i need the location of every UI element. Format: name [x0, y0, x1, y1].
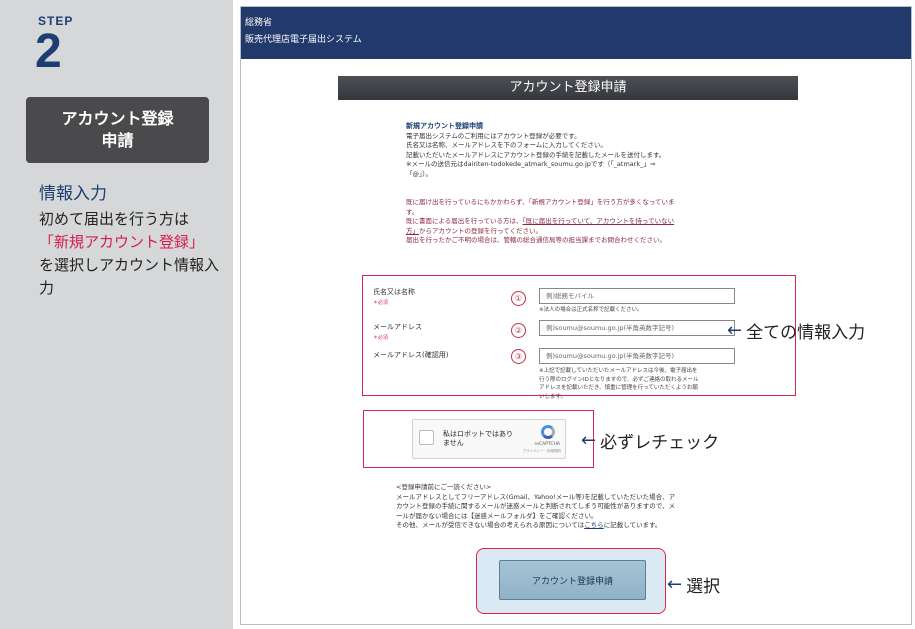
annotation-text: 必ずレチェック	[600, 433, 720, 453]
guide-text-2: を選択しアカウント情報入力	[39, 256, 220, 297]
note-line: 行う際のログインIDとなりますので、必ずご連絡の取れるメール	[539, 376, 699, 383]
note-line: アドレスを記載いただき、慎重に管理を行っていただくようお願	[539, 385, 698, 391]
guide-panel: STEP 2 アカウント登録申請 情報入力 初めて届出を行う方は 「新規アカウン…	[0, 0, 233, 629]
submit-button[interactable]: アカウント登録申請	[499, 560, 646, 600]
guide-instructions: 初めて届出を行う方は 「新規アカウント登録」 を選択しアカウント情報入力	[39, 208, 224, 300]
ministry-name: 総務省	[245, 18, 273, 28]
warning-text-span: 既に書面による届出を行っている方は、	[406, 217, 523, 225]
email-confirm-input[interactable]	[539, 348, 735, 364]
existing-account-link-cont[interactable]: 方」	[406, 227, 419, 235]
recaptcha-logo-icon	[541, 425, 555, 439]
notice-line: カウント登録の手続に関するメールが迷惑メールと判断されてしまう可能性がありますの…	[396, 502, 676, 510]
arrow-left-icon: ←	[667, 574, 683, 595]
annotation-check: ← 必ずレチェック	[581, 428, 719, 453]
intro-heading: 新規アカウント登録申請	[406, 122, 483, 130]
recaptcha-terms[interactable]: プライバシー・利用規約	[523, 449, 561, 454]
annotation-text: 全ての情報入力	[746, 323, 866, 343]
intro-text: 新規アカウント登録申請 電子届出システムのご利用にはアカウント登録が必要です。 …	[406, 122, 786, 179]
system-name: 販売代理店電子届出システム	[245, 35, 362, 45]
notice-title: <登録申請前にご一読ください>	[396, 483, 492, 491]
warning-line: 届出を行ったかご不明の場合は、管轄の総合通信局等の担当課までお問合わせください。	[406, 236, 666, 244]
step-2-marker: ②	[511, 323, 526, 338]
intro-line: 記載いただいたメールアドレスにアカウント登録の手続を記載したメールを送付します。	[406, 150, 666, 159]
name-input[interactable]	[539, 288, 735, 304]
notice-span: に記載しています。	[603, 521, 662, 529]
step-1-marker: ①	[511, 291, 526, 306]
warning-line: 既に届け出を行っているにもかかわらず、「新規アカウント登録」を行う方が多くなって…	[406, 198, 675, 206]
captcha-label: 私はロボットではありません	[443, 430, 513, 447]
arrow-left-icon: ←	[727, 320, 743, 341]
page-title: アカウント登録申請	[338, 76, 798, 100]
intro-line: 「@」）。	[406, 169, 432, 178]
notice-line: その他、メールが受信できない場合の考えられる原因についてはこちらに記載しています…	[396, 521, 751, 531]
note-line: ※上記で記載していただいたメールアドレスは今後、電子届出を	[539, 368, 698, 374]
email-label: メールアドレス	[373, 323, 422, 331]
step-number: 2	[35, 25, 62, 78]
notice-line: ールが届かない場合には【迷惑メールフォルダ】をご確認ください。	[396, 511, 598, 520]
arrow-left-icon: ←	[581, 430, 597, 451]
email-confirm-label: メールアドレス(確認用)	[373, 351, 449, 359]
warning-text-span: からアカウントの登録を行ってください。	[419, 226, 542, 235]
email-input[interactable]	[539, 320, 735, 336]
notice-text: <登録申請前にご一読ください> メールアドレスとしてフリーアドレス(Gmail、…	[396, 483, 751, 531]
recaptcha-brand: reCAPTCHA	[534, 442, 560, 447]
required-mark: ＊必須	[373, 335, 389, 341]
existing-account-link[interactable]: 「既に届出を行っていて、アカウントを持っていない	[522, 217, 674, 225]
intro-line: 電子届出システムのご利用にはアカウント登録が必要です。	[406, 131, 581, 140]
warning-line: す。	[406, 207, 419, 216]
notice-span: その他、メールが受信できない場合の考えられる原因については	[396, 521, 585, 529]
step-title-box: アカウント登録申請	[26, 97, 209, 163]
guide-text-highlight: 「新規アカウント登録」	[39, 233, 205, 251]
section-title: 情報入力	[39, 184, 107, 204]
notice-line: メールアドレスとしてフリーアドレス(Gmail、Yahoo!メール等)を記載して…	[396, 492, 676, 501]
name-note: ※法人の場合は正式名称で記載ください。	[539, 307, 643, 313]
email-confirm-note: ※上記で記載していただいたメールアドレスは今後、電子届出を 行う際のログインID…	[539, 367, 698, 401]
warning-line: 既に書面による届出を行っている方は、「既に届出を行っていて、アカウントを持ってい…	[406, 217, 786, 227]
app-window: 総務省 販売代理店電子届出システム アカウント登録申請 新規アカウント登録申請 …	[240, 6, 912, 625]
here-link[interactable]: こちら	[584, 521, 604, 529]
intro-line: ※メールの送信元はdairiten-todokede_atmark_soumu.…	[406, 160, 656, 168]
annotation-all-info: ← 全ての情報入力	[727, 318, 865, 343]
robot-checkbox[interactable]	[419, 430, 434, 445]
step-title: アカウント登録申請	[61, 109, 174, 150]
annotation-select: ← 選択	[667, 572, 720, 597]
intro-line: 氏名又は名称、メールアドレスを下のフォームに入力してください。	[406, 141, 607, 149]
annotation-text: 選択	[686, 577, 721, 597]
step-3-marker: ③	[511, 349, 526, 364]
required-mark: ＊必須	[373, 300, 389, 306]
recaptcha-widget: 私はロボットではありません reCAPTCHA プライバシー・利用規約	[412, 419, 566, 459]
guide-text-1: 初めて届出を行う方は	[39, 210, 190, 228]
note-line: いします。	[539, 393, 566, 400]
warning-text: 既に届け出を行っているにもかかわらず、「新規アカウント登録」を行う方が多くなって…	[406, 198, 786, 246]
name-label: 氏名又は名称	[373, 288, 415, 296]
warning-line: 方」からアカウントの登録を行ってください。	[406, 227, 786, 237]
site-header: 総務省 販売代理店電子届出システム	[241, 7, 911, 59]
